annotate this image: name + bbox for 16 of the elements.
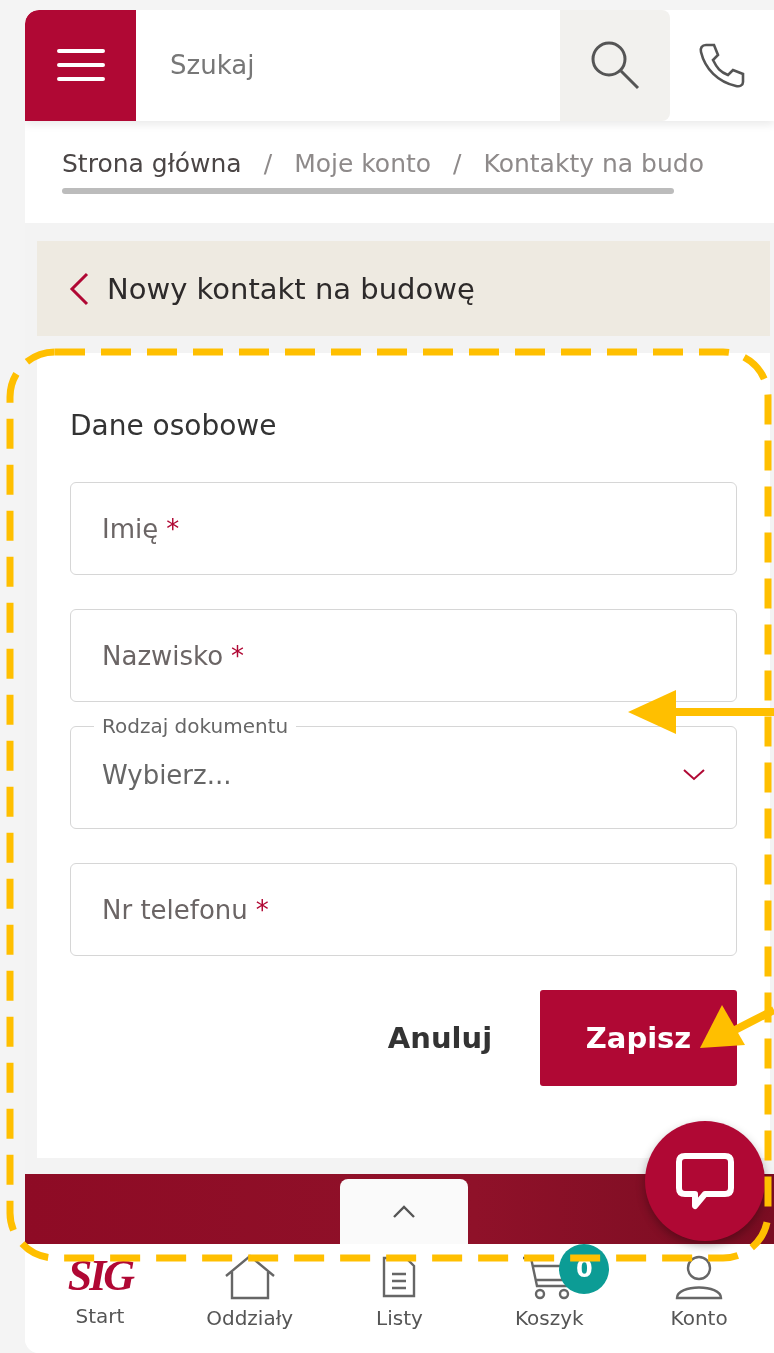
section-title: Dane osobowe <box>70 409 278 442</box>
search-field[interactable]: Szukaj <box>168 49 560 82</box>
breadcrumb-separator: / <box>453 149 462 179</box>
text-field[interactable]: Nr telefonu * <box>70 863 737 956</box>
page-title: Nowy kontakt na budowę <box>107 271 475 306</box>
nav-item[interactable]: SIG Start <box>25 1244 175 1353</box>
breadcrumb-separator: / <box>263 149 273 179</box>
cancel-button[interactable]: Anuluj <box>340 990 540 1086</box>
nav-item[interactable]: Listy <box>324 1244 475 1353</box>
nav-item[interactable]: Oddziały <box>174 1244 325 1353</box>
logo: SIG <box>67 1254 133 1298</box>
nav-item[interactable]: Konto <box>624 1244 774 1353</box>
breadcrumb-link[interactable]: Strona główna <box>62 149 242 179</box>
text-field[interactable]: Nazwisko * <box>70 609 737 702</box>
text-field[interactable]: Imię * <box>70 482 737 575</box>
save-button[interactable]: Zapisz <box>540 990 737 1086</box>
